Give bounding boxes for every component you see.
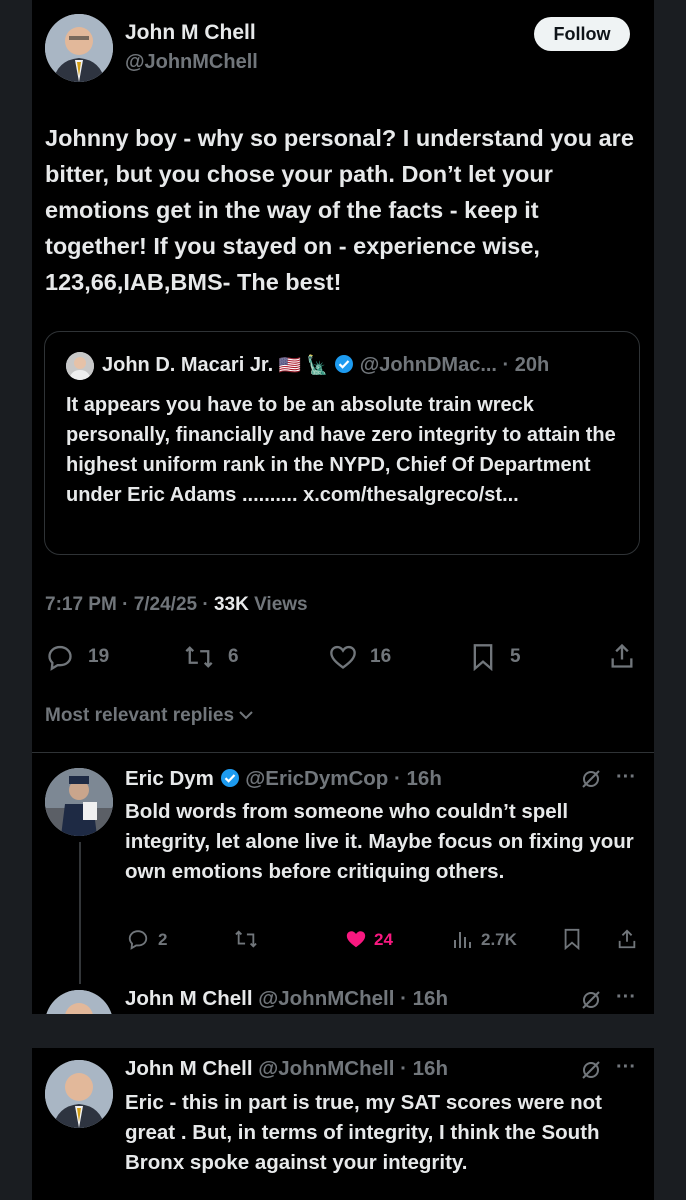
reply-text: Eric - this in part is true, my SAT scor…: [125, 1091, 602, 1174]
reply-handle-time: @JohnMChell · 16h: [258, 987, 448, 1010]
reply-author-avatar[interactable]: [45, 1060, 113, 1128]
chevron-down-icon: [239, 711, 254, 720]
quote-handle-time: @JohnDMac... · 20h: [359, 354, 550, 376]
views-label: Views: [248, 594, 308, 615]
share-icon[interactable]: [608, 642, 636, 670]
verified-badge-icon: [220, 768, 240, 794]
bookmark-icon[interactable]: [562, 928, 582, 950]
thread-connector: [79, 842, 81, 984]
author-handle[interactable]: @JohnMChell: [125, 51, 258, 74]
reply-author-name[interactable]: Eric Dym: [125, 767, 214, 790]
views-count: 2.7K: [481, 930, 517, 949]
replies-sort-dropdown[interactable]: Most relevant replies: [45, 705, 254, 727]
tweet-timestamp[interactable]: 7:17 PM · 7/24/25 ·: [45, 594, 214, 615]
like-count: 16: [370, 646, 392, 667]
reply-handle-time: @JohnMChell · 16h: [258, 1057, 448, 1080]
reply-author-avatar[interactable]: [45, 990, 113, 1014]
like-icon[interactable]: [344, 928, 368, 950]
more-options-icon[interactable]: ···: [616, 986, 636, 1009]
bookmark-count: 5: [510, 646, 521, 667]
quoted-tweet[interactable]: John D. Macari Jr. 🇺🇸 🗽 @JohnDMac... · 2…: [44, 331, 640, 555]
author-name[interactable]: John M Chell: [125, 21, 256, 45]
replies-sort-label: Most relevant replies: [45, 705, 235, 726]
reply-count: 2: [158, 930, 168, 949]
quote-author-emoji: 🇺🇸 🗽: [278, 355, 329, 375]
grok-icon[interactable]: [580, 1059, 602, 1081]
quote-text: It appears you have to be an absolute tr…: [66, 394, 616, 506]
grok-icon[interactable]: [580, 989, 602, 1011]
views-count: 33K: [213, 594, 249, 615]
reply-author-name[interactable]: John M Chell: [125, 1057, 253, 1080]
like-icon[interactable]: [328, 643, 358, 671]
repost-icon[interactable]: [234, 928, 258, 950]
reply-icon[interactable]: [127, 928, 149, 950]
share-icon[interactable]: [616, 928, 638, 950]
author-avatar[interactable]: [45, 14, 113, 82]
follow-button[interactable]: Follow: [534, 17, 630, 51]
reply-author-name[interactable]: John M Chell: [125, 987, 253, 1010]
quote-author-avatar: [66, 352, 94, 380]
reply-panel: John M Chell @JohnMChell · 16h ··· Eric …: [32, 1048, 654, 1200]
divider: [32, 752, 654, 753]
reply-text: Bold words from someone who couldn’t spe…: [125, 800, 634, 883]
verified-badge-icon: [334, 354, 354, 380]
reply-count: 19: [88, 646, 110, 667]
reply-handle-time: @EricDymCop · 16h: [245, 767, 442, 790]
like-count: 24: [374, 930, 393, 949]
more-options-icon[interactable]: ···: [616, 1056, 636, 1079]
tweet-thread-panel: John M Chell @JohnMChell Follow Johnny b…: [32, 0, 654, 1014]
bookmark-icon[interactable]: [470, 643, 496, 671]
repost-count: 6: [228, 646, 239, 667]
grok-icon[interactable]: [580, 768, 602, 790]
reply-author-avatar[interactable]: [45, 768, 113, 836]
more-options-icon[interactable]: ···: [616, 766, 636, 789]
tweet-text: Johnny boy - why so personal? I understa…: [45, 125, 634, 295]
views-icon[interactable]: [452, 928, 474, 950]
reply-icon[interactable]: [46, 643, 74, 671]
tweet-meta: 7:17 PM · 7/24/25 · 33K Views: [45, 594, 308, 616]
repost-icon[interactable]: [184, 643, 214, 671]
quote-author-name: John D. Macari Jr.: [102, 354, 274, 376]
